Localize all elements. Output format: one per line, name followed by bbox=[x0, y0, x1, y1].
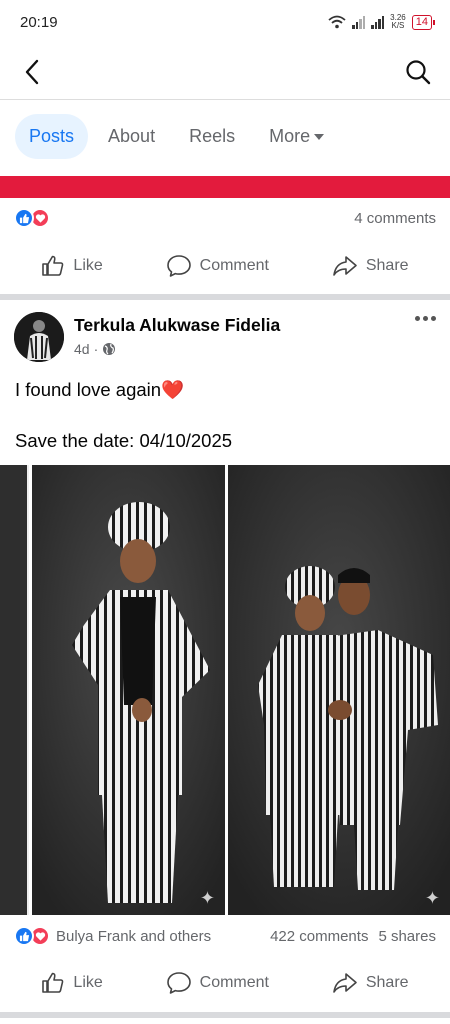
post-caption: I found love again bbox=[15, 379, 162, 400]
post-author[interactable]: Terkula Alukwase Fidelia bbox=[74, 315, 280, 336]
share-icon bbox=[333, 256, 357, 276]
more-options-icon[interactable] bbox=[415, 316, 436, 321]
like-reaction-icon bbox=[14, 926, 34, 946]
tab-label: About bbox=[108, 125, 156, 146]
top-nav bbox=[0, 44, 450, 100]
comment-button[interactable]: Comment bbox=[166, 254, 269, 278]
post-divider bbox=[0, 1012, 450, 1018]
speed-unit: K/S bbox=[391, 21, 405, 30]
ai-sparkle-icon: ✦ bbox=[424, 888, 440, 908]
like-icon bbox=[42, 255, 64, 276]
previous-post-image[interactable] bbox=[0, 176, 450, 198]
prev-post-actions: Like Comment Share bbox=[0, 244, 450, 288]
prev-post-reactions: 4 comments bbox=[14, 203, 436, 233]
tab-more[interactable]: More bbox=[255, 114, 338, 159]
post-meta: 4d · bbox=[74, 341, 280, 357]
tab-posts[interactable]: Posts bbox=[15, 113, 89, 159]
wifi-icon bbox=[328, 15, 346, 29]
post-divider bbox=[0, 294, 450, 300]
post-photo-couple[interactable]: ✦ bbox=[228, 465, 450, 915]
signal-icon bbox=[371, 15, 385, 29]
share-button[interactable]: Share bbox=[332, 971, 409, 995]
comments-count[interactable]: 4 comments bbox=[354, 210, 436, 227]
like-button[interactable]: Like bbox=[41, 971, 103, 995]
post-photo-sliver[interactable] bbox=[0, 465, 29, 915]
network-speed: 3.26 K/S bbox=[390, 14, 406, 30]
meta-separator: · bbox=[93, 341, 99, 357]
comment-label: Comment bbox=[199, 974, 269, 991]
comment-icon bbox=[166, 255, 191, 277]
tab-reels[interactable]: Reels bbox=[175, 114, 249, 159]
status-bar: 20:19 3.26 K/S 14 bbox=[0, 0, 450, 44]
avatar[interactable] bbox=[14, 312, 64, 362]
comment-icon bbox=[166, 972, 191, 994]
back-arrow-icon[interactable] bbox=[18, 58, 46, 86]
tab-label: More bbox=[269, 125, 311, 146]
reaction-icons[interactable]: Bulya Frank and others bbox=[14, 926, 211, 946]
post-text-line2: Save the date: 04/10/2025 bbox=[15, 430, 233, 451]
post-actions: Like Comment Share bbox=[0, 961, 450, 1005]
comment-button[interactable]: Comment bbox=[166, 971, 269, 995]
share-label: Share bbox=[365, 974, 409, 991]
post-header: Terkula Alukwase Fidelia 4d · bbox=[14, 312, 436, 364]
post-reactions: Bulya Frank and others 422 comments 5 sh… bbox=[14, 921, 436, 951]
like-label: Like bbox=[73, 974, 103, 991]
like-button[interactable]: Like bbox=[41, 254, 103, 278]
caret-down-icon bbox=[314, 134, 325, 140]
signal-icon bbox=[352, 15, 366, 29]
shares-count[interactable]: 5 shares bbox=[378, 928, 436, 945]
share-button[interactable]: Share bbox=[332, 254, 409, 278]
tab-label: Posts bbox=[29, 125, 75, 146]
status-icons: 3.26 K/S 14 bbox=[328, 14, 436, 30]
comment-label: Comment bbox=[199, 257, 269, 274]
status-time: 20:19 bbox=[20, 13, 58, 31]
like-icon bbox=[42, 972, 64, 993]
share-label: Share bbox=[365, 257, 409, 274]
share-icon bbox=[333, 973, 357, 993]
ai-sparkle-icon: ✦ bbox=[199, 888, 215, 908]
post-photo-bride[interactable]: ✦ bbox=[32, 465, 225, 915]
like-label: Like bbox=[73, 257, 103, 274]
tab-label: Reels bbox=[189, 125, 236, 146]
reactions-names[interactable]: Bulya Frank and others bbox=[56, 928, 211, 945]
like-reaction-icon bbox=[14, 208, 34, 228]
reaction-icons[interactable] bbox=[14, 208, 50, 228]
heart-emoji: ❤️ bbox=[161, 379, 185, 400]
post-text-line1: I found love again❤️ bbox=[15, 379, 184, 401]
post-photos: ✦ ✦ bbox=[0, 465, 450, 915]
profile-tabs: Posts About Reels More bbox=[15, 112, 338, 160]
tab-about[interactable]: About bbox=[94, 114, 169, 159]
post-time[interactable]: 4d bbox=[74, 341, 90, 357]
comments-count[interactable]: 422 comments bbox=[270, 928, 368, 945]
battery-icon: 14 bbox=[411, 14, 436, 30]
search-icon[interactable] bbox=[404, 58, 432, 86]
globe-icon bbox=[103, 343, 116, 355]
